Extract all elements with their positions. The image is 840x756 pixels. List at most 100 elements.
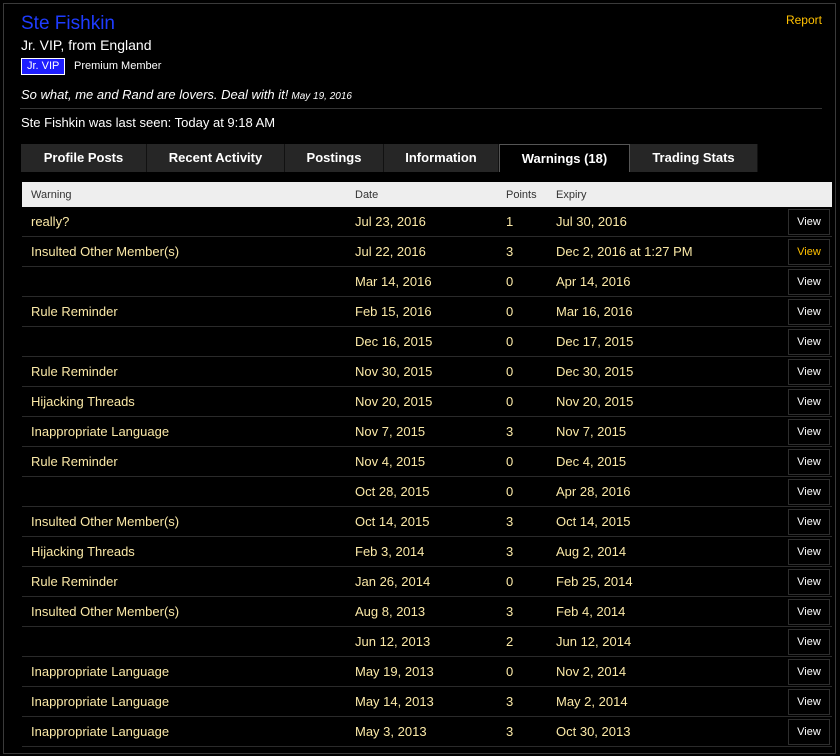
expiry-cell: Jun 12, 2014: [556, 634, 632, 649]
table-row: Oct 28, 2015 0 Apr 28, 2016 View: [22, 477, 832, 507]
date-cell: Dec 16, 2015: [355, 334, 433, 349]
status-message: So what, me and Rand are lovers. Deal wi…: [21, 87, 352, 102]
warning-cell: Inappropriate Language: [31, 724, 170, 739]
date-cell: May 14, 2013: [355, 694, 434, 709]
view-button[interactable]: View: [788, 239, 830, 265]
view-button[interactable]: View: [788, 329, 830, 355]
table-row: Inappropriate Language May 19, 2013 0 Nov 2…: [22, 657, 832, 687]
expiry-cell: Dec 4, 2015: [556, 454, 627, 469]
table-row: Hijacking Threads Nov 20, 2015 0 Nov 20, 20…: [22, 387, 832, 417]
expiry-cell: Aug 2, 2014: [556, 544, 627, 559]
date-cell: Jun 12, 2013: [355, 634, 431, 649]
member-type: Premium Member: [74, 60, 162, 72]
warning-cell: Insulted Other Member(s): [31, 244, 180, 259]
date-cell: Jul 22, 2016: [355, 244, 426, 259]
warning-cell: Insulted Other Member(s): [31, 514, 180, 529]
view-button[interactable]: View: [788, 449, 830, 475]
warning-cell: Insulted Other Member(s): [31, 604, 180, 619]
points-cell: 3: [506, 424, 514, 439]
points-cell: 0: [506, 274, 514, 289]
user-title: Jr. VIP, from England: [21, 37, 152, 53]
points-cell: 1: [506, 214, 514, 229]
points-cell: 3: [506, 514, 514, 529]
table-row: Dec 16, 2015 0 Dec 17, 2015 View: [22, 327, 832, 357]
date-cell: May 19, 2013: [355, 664, 434, 679]
table-row: Rule Reminder Nov 4, 2015 0 Dec 4, 2015 View: [22, 447, 832, 477]
expiry-cell: Feb 4, 2014: [556, 604, 626, 619]
date-cell: Nov 4, 2015: [355, 454, 426, 469]
date-cell: May 3, 2013: [355, 724, 427, 739]
view-button[interactable]: View: [788, 629, 830, 655]
points-cell: 2: [506, 634, 514, 649]
view-button[interactable]: View: [788, 299, 830, 325]
table-row: Inappropriate Language May 3, 2013 3 Oct 30…: [22, 717, 832, 747]
view-button[interactable]: View: [788, 689, 830, 715]
warning-cell: Inappropriate Language: [31, 424, 170, 439]
expiry-cell: Nov 7, 2015: [556, 424, 627, 439]
status-date[interactable]: May 19, 2016: [291, 91, 352, 102]
warning-cell: Rule Reminder: [31, 304, 118, 319]
table-row: Insulted Other Member(s) Aug 8, 2013 3 Feb …: [22, 597, 832, 627]
expiry-cell: Nov 20, 2015: [556, 394, 634, 409]
expiry-cell: Dec 30, 2015: [556, 364, 634, 379]
profile-tabs: Profile Posts Recent Activity Postings I…: [21, 144, 758, 172]
tab-warnings[interactable]: Warnings (18): [499, 144, 630, 172]
warning-cell: Rule Reminder: [31, 574, 118, 589]
report-link[interactable]: Report: [786, 13, 822, 27]
table-row: Inappropriate Language May 14, 2013 3 May 2…: [22, 687, 832, 717]
points-cell: 0: [506, 574, 514, 589]
expiry-cell: Oct 14, 2015: [556, 514, 631, 529]
points-cell: 3: [506, 694, 514, 709]
table-row: really? Jul 23, 2016 1 Jul 30, 2016 View: [22, 207, 832, 237]
view-button[interactable]: View: [788, 359, 830, 385]
date-cell: Feb 15, 2016: [355, 304, 432, 319]
expiry-cell: Nov 2, 2014: [556, 664, 627, 679]
expiry-cell: May 2, 2014: [556, 694, 628, 709]
warning-cell: Rule Reminder: [31, 364, 118, 379]
expiry-cell: Apr 28, 2016: [556, 484, 631, 499]
points-cell: 0: [506, 484, 514, 499]
date-cell: Jul 23, 2016: [355, 214, 426, 229]
table-row: Jun 12, 2013 2 Jun 12, 2014 View: [22, 627, 832, 657]
expiry-cell: Oct 30, 2013: [556, 724, 631, 739]
view-button[interactable]: View: [788, 719, 830, 745]
tab-trading-stats[interactable]: Trading Stats: [630, 144, 758, 172]
view-button[interactable]: View: [788, 209, 830, 235]
tab-recent-activity[interactable]: Recent Activity: [147, 144, 285, 172]
tab-profile-posts[interactable]: Profile Posts: [21, 144, 147, 172]
points-cell: 3: [506, 724, 514, 739]
view-button[interactable]: View: [788, 659, 830, 685]
view-button[interactable]: View: [788, 269, 830, 295]
column-header-expiry: Expiry: [556, 189, 587, 201]
points-cell: 0: [506, 334, 514, 349]
username[interactable]: Ste Fishkin: [21, 13, 115, 35]
view-button[interactable]: View: [788, 599, 830, 625]
warning-cell: really?: [31, 214, 70, 229]
tab-postings[interactable]: Postings: [285, 144, 384, 172]
warning-cell: Hijacking Threads: [31, 544, 135, 559]
warning-cell: Rule Reminder: [31, 454, 118, 469]
points-cell: 3: [506, 604, 514, 619]
expiry-cell: Apr 14, 2016: [556, 274, 631, 289]
points-cell: 0: [506, 454, 514, 469]
warning-cell: Inappropriate Language: [31, 664, 170, 679]
points-cell: 0: [506, 364, 514, 379]
view-button[interactable]: View: [788, 569, 830, 595]
points-cell: 3: [506, 244, 514, 259]
table-row: Inappropriate Language Nov 7, 2015 3 Nov 7,…: [22, 417, 832, 447]
view-button[interactable]: View: [788, 479, 830, 505]
expiry-cell: Feb 25, 2014: [556, 574, 633, 589]
view-button[interactable]: View: [788, 509, 830, 535]
view-button[interactable]: View: [788, 389, 830, 415]
table-row: Mar 14, 2016 0 Apr 14, 2016 View: [22, 267, 832, 297]
view-button[interactable]: View: [788, 419, 830, 445]
expiry-cell: Dec 17, 2015: [556, 334, 634, 349]
view-button[interactable]: View: [788, 539, 830, 565]
status-text: So what, me and Rand are lovers. Deal wi…: [21, 87, 289, 102]
column-header-warning: Warning: [31, 189, 72, 201]
table-row: Rule Reminder Jan 26, 2014 0 Feb 25, 2014 Vi…: [22, 567, 832, 597]
tab-information[interactable]: Information: [384, 144, 499, 172]
user-banner: Jr. VIP: [21, 58, 66, 75]
date-cell: Oct 14, 2015: [355, 514, 430, 529]
points-cell: 0: [506, 394, 514, 409]
